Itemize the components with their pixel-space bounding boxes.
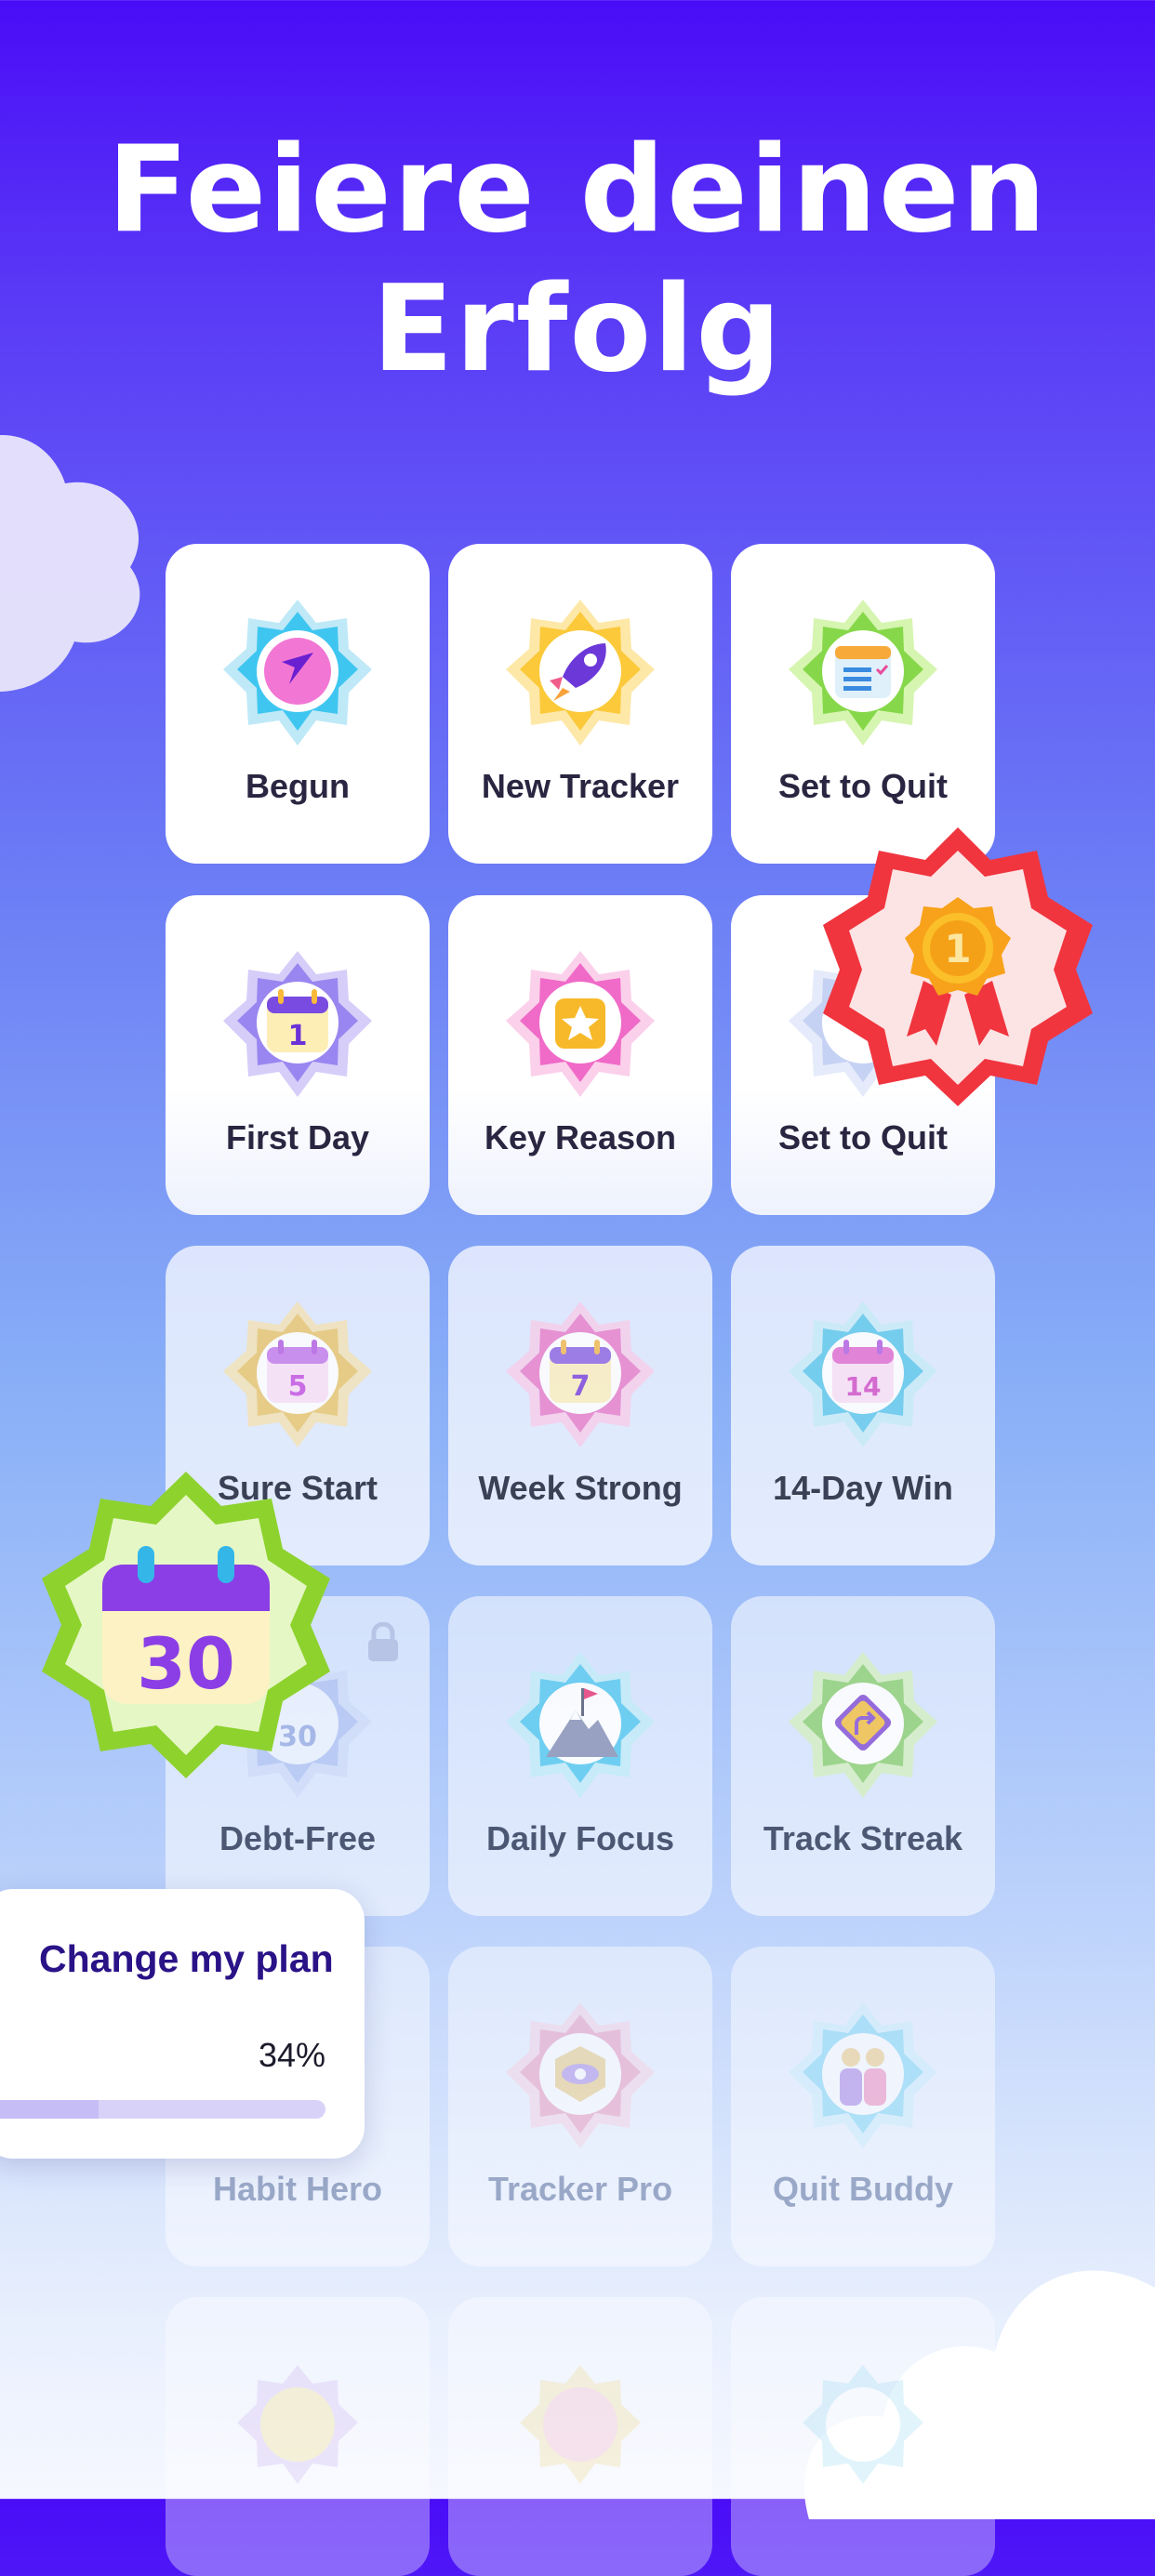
achievement-tile-first-day[interactable]: 1 First Day	[166, 895, 430, 1215]
achievement-tile-14-day-win[interactable]: 14 14-Day Win	[731, 1246, 995, 1565]
achievement-label: Key Reason	[484, 1118, 677, 1156]
calendar-day-icon: 7	[506, 1301, 655, 1447]
plan-progress-percent: 34%	[258, 2036, 325, 2074]
change-plan-title[interactable]: Change my plan	[39, 1937, 334, 1981]
calendar-number: 1	[288, 1020, 308, 1052]
achievement-tile-week-strong[interactable]: 7 Week Strong	[448, 1246, 712, 1565]
achievement-tile-faded-2	[448, 2297, 712, 2576]
hand-icon	[520, 2365, 641, 2484]
plan-progress-bar	[0, 2100, 325, 2119]
badge-number: 30	[137, 1622, 235, 1705]
rocket-icon	[506, 600, 655, 746]
star-key-icon	[506, 951, 655, 1097]
eye-badge-icon	[506, 2002, 655, 2148]
plan-progress-fill	[0, 2100, 99, 2119]
achievement-label: New Tracker	[481, 767, 680, 805]
calendar-number: 7	[571, 1370, 591, 1403]
badge-icon	[803, 2365, 923, 2484]
achievement-label: Set to Quit	[778, 1118, 948, 1156]
achievement-label: 14-Day Win	[773, 1469, 953, 1507]
mountain-flag-icon	[506, 1652, 655, 1798]
achievement-label: Debt-Free	[219, 1819, 377, 1857]
compass-icon	[223, 600, 372, 746]
change-plan-card[interactable]: Change my plan 34%	[0, 1889, 365, 2159]
achievement-label: Begun	[246, 767, 350, 805]
achievement-tile-new-tracker[interactable]: New Tracker	[448, 544, 712, 864]
achievement-label: Tracker Pro	[487, 2170, 673, 2208]
achievement-tile-faded-1	[166, 2297, 430, 2576]
achievement-label: Week Strong	[478, 1469, 683, 1507]
achievement-label: First Day	[225, 1118, 370, 1156]
achievement-tile-tracker-pro[interactable]: Tracker Pro	[448, 1947, 712, 2266]
achievement-label: Daily Focus	[485, 1819, 675, 1857]
achievement-label: Track Streak	[763, 1819, 963, 1857]
achievement-tile-quit-buddy[interactable]: Quit Buddy	[731, 1947, 995, 2266]
achievement-tile-begun[interactable]: Begun	[166, 544, 430, 864]
achievement-tile-set-to-quit[interactable]: Set to Quit	[731, 544, 995, 864]
medal-number: 1	[944, 926, 971, 971]
calendar-day-icon: 1	[223, 951, 372, 1097]
checklist-calendar-icon	[789, 600, 937, 746]
smiley-icon	[237, 2365, 358, 2484]
achievement-tile-key-reason[interactable]: Key Reason	[448, 895, 712, 1215]
achievement-label: Set to Quit	[778, 767, 948, 805]
buddies-icon	[789, 2002, 937, 2148]
road-sign-icon	[789, 1652, 937, 1798]
achievement-tile-daily-focus[interactable]: Daily Focus	[448, 1596, 712, 1916]
calendar-number: 5	[288, 1370, 308, 1403]
achievement-tile-faded-3	[731, 2297, 995, 2576]
first-place-medal-icon: 1	[823, 827, 1093, 1106]
achievement-label: Quit Buddy	[773, 2170, 953, 2208]
achievement-tile-track-streak[interactable]: Track Streak	[731, 1596, 995, 1916]
calendar-30-badge-icon: 30	[42, 1472, 330, 1778]
achievement-label: Habit Hero	[212, 2170, 383, 2208]
calendar-day-icon: 14	[789, 1301, 937, 1447]
calendar-day-icon: 5	[223, 1301, 372, 1447]
calendar-number: 14	[845, 1371, 882, 1402]
